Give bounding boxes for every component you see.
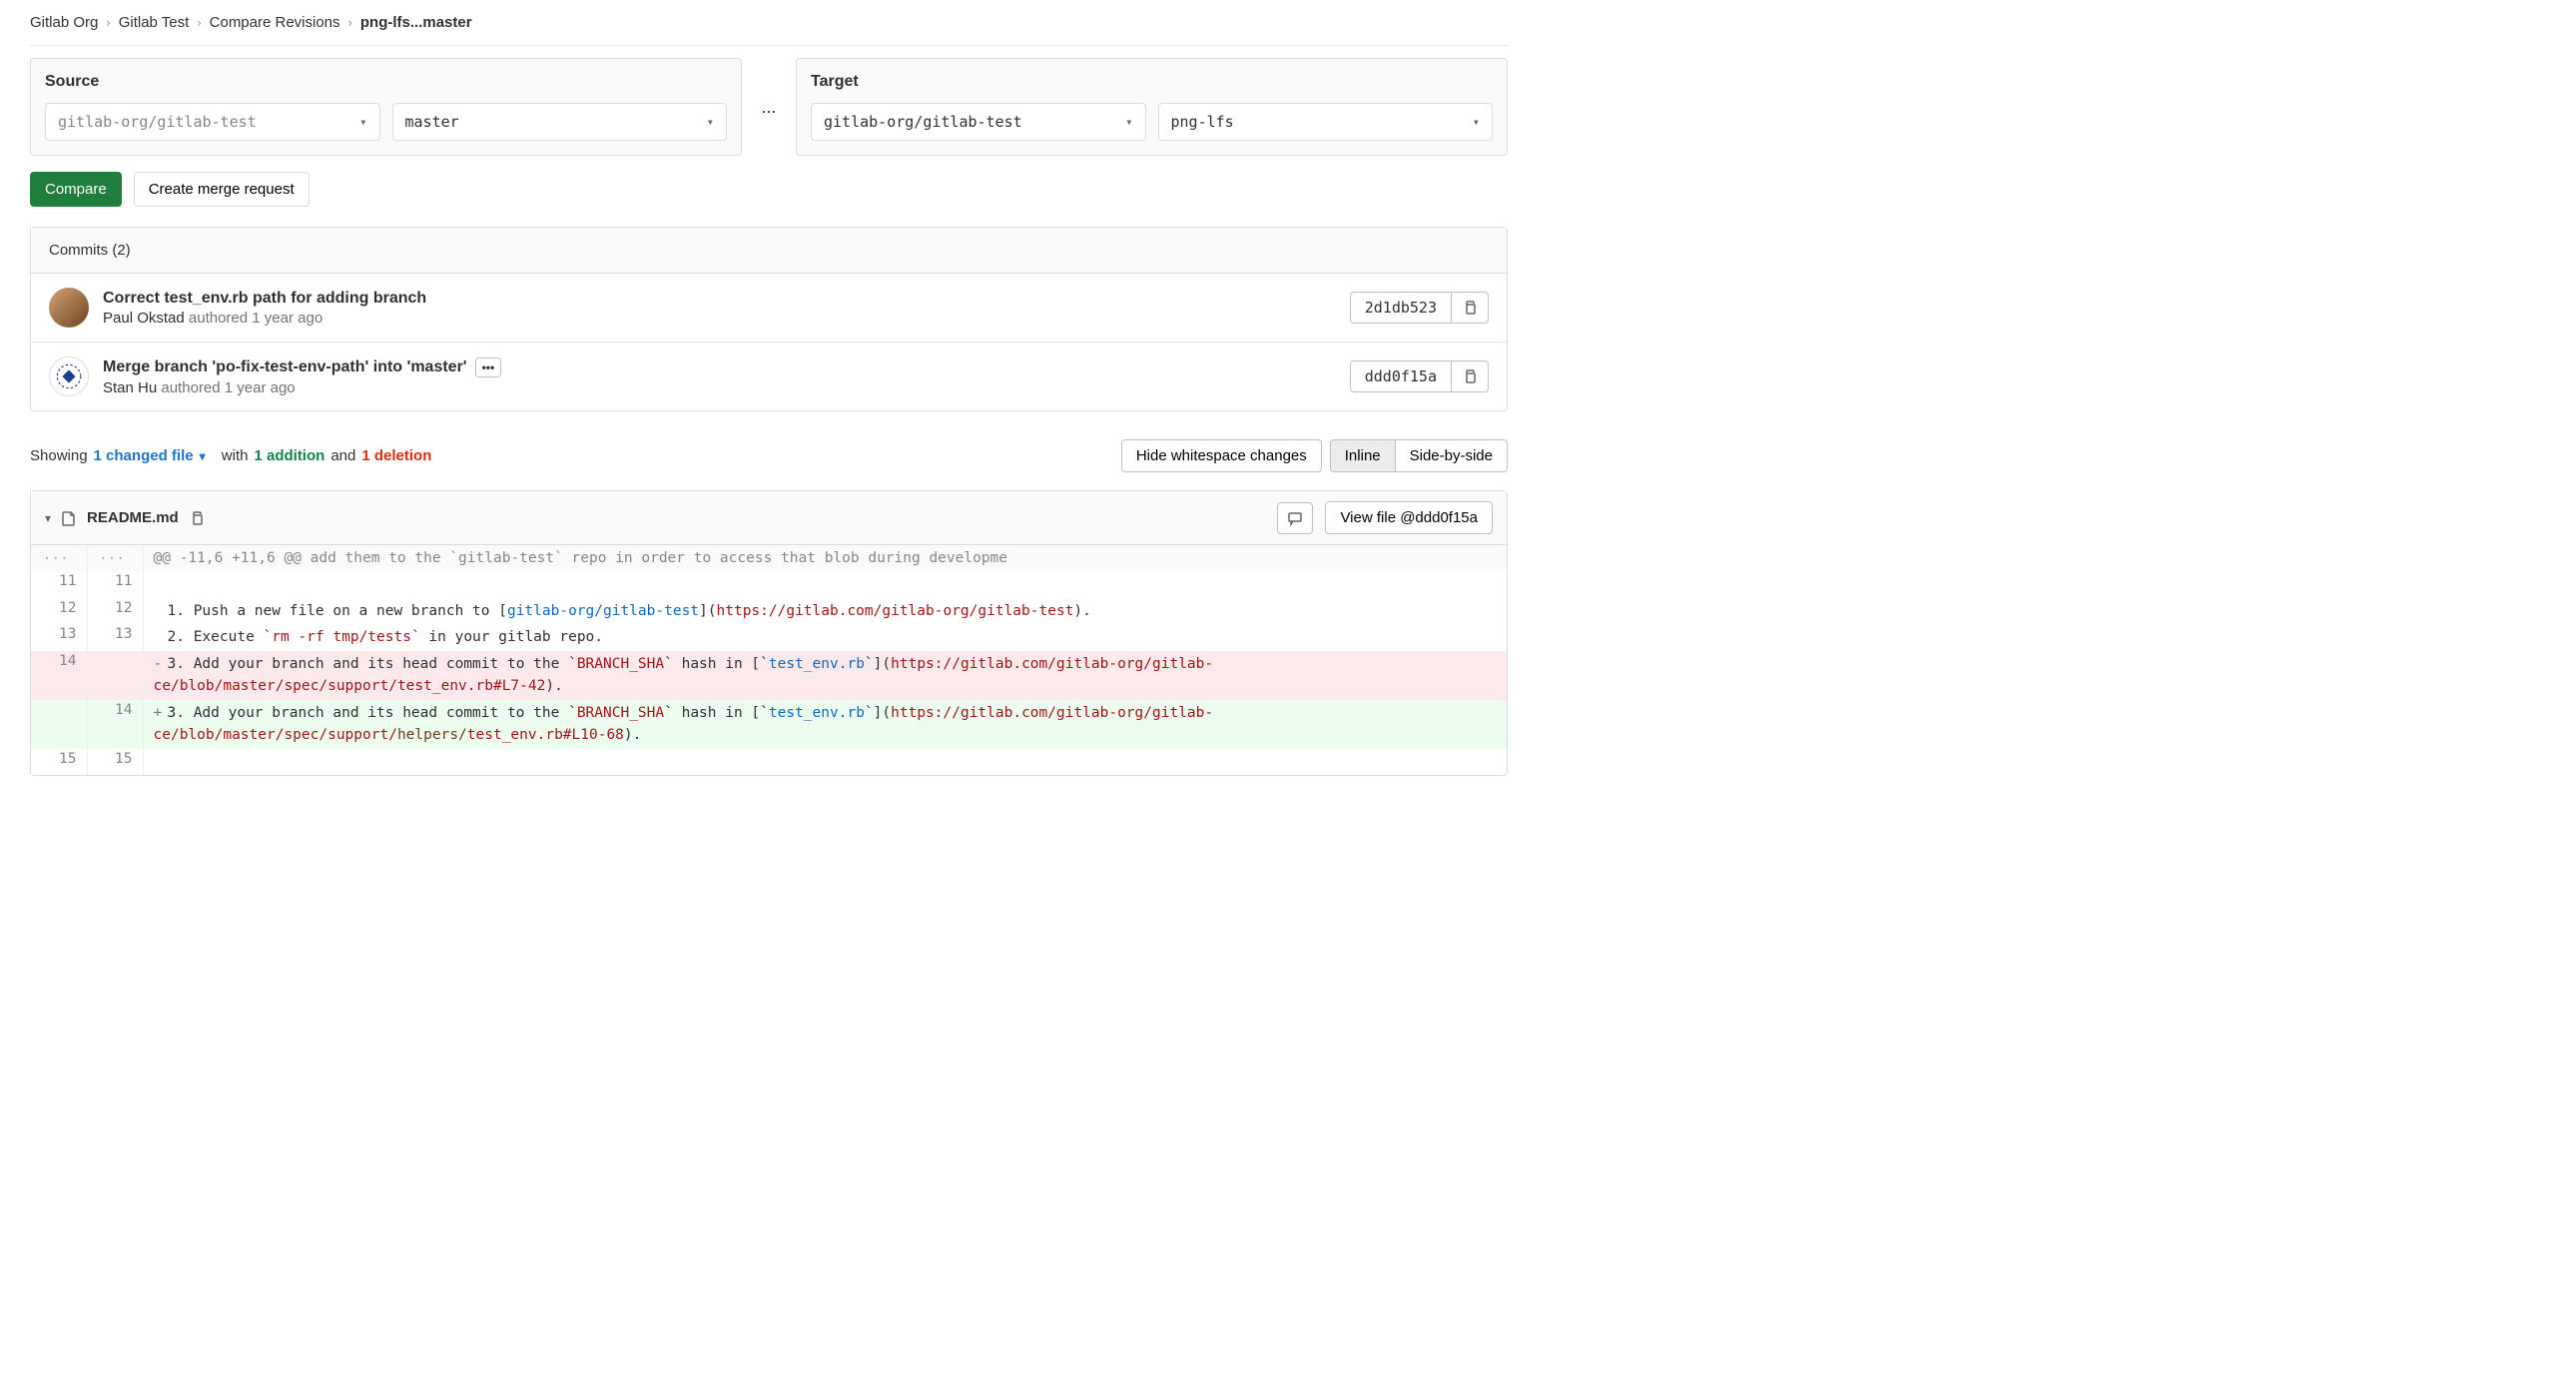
summary-and: and — [330, 447, 355, 464]
source-ref-value: master — [405, 113, 459, 131]
diff-line-added: +3. Add your branch and its head commit … — [143, 700, 1507, 749]
line-number[interactable] — [31, 700, 87, 749]
collapse-file-button[interactable]: ▾ — [45, 511, 51, 525]
summary-deletions: 1 deletion — [361, 447, 431, 464]
identicon-icon — [55, 362, 83, 390]
commit-time: authored 1 year ago — [161, 379, 295, 396]
diff-line — [143, 571, 1507, 597]
commit-sha[interactable]: ddd0f15a — [1351, 361, 1451, 391]
diff-line — [143, 749, 1507, 775]
breadcrumb: Gitlab Org › Gitlab Test › Compare Revis… — [30, 0, 1508, 46]
chevron-right-icon: › — [106, 15, 110, 30]
compare-button[interactable]: Compare — [30, 172, 122, 207]
commits-header: Commits (2) — [31, 228, 1507, 274]
comment-icon — [1287, 510, 1303, 526]
hunk-header: @@ -11,6 +11,6 @@ add them to the `gitla… — [143, 545, 1507, 571]
chevron-down-icon: ▾ — [1125, 115, 1132, 129]
copy-path-button[interactable] — [189, 510, 205, 526]
compare-separator: ... — [754, 58, 784, 156]
breadcrumb-project[interactable]: Gitlab Test — [119, 14, 190, 31]
summary-showing: Showing — [30, 447, 88, 464]
commit-title[interactable]: Merge branch 'po-fix-test-env-path' into… — [103, 358, 467, 376]
avatar[interactable] — [49, 356, 89, 396]
line-number[interactable]: 14 — [87, 700, 143, 749]
chevron-right-icon: › — [197, 15, 201, 30]
commit-time: authored 1 year ago — [189, 310, 322, 327]
line-number[interactable]: 12 — [31, 598, 87, 624]
line-number[interactable] — [87, 651, 143, 700]
side-by-side-view-button[interactable]: Side-by-side — [1395, 440, 1507, 471]
file-icon — [61, 510, 77, 526]
avatar[interactable] — [49, 288, 89, 328]
line-number[interactable]: 15 — [87, 749, 143, 775]
chevron-down-icon[interactable]: ▾ — [200, 449, 206, 463]
source-title: Source — [45, 73, 727, 91]
line-number[interactable]: 11 — [87, 571, 143, 597]
commit-row: Correct test_env.rb path for adding bran… — [31, 274, 1507, 342]
diff-view-toggle: Inline Side-by-side — [1330, 439, 1508, 472]
target-ref-dropdown[interactable]: png-lfs ▾ — [1158, 103, 1494, 141]
copy-sha-button[interactable] — [1451, 293, 1488, 323]
diff-table: ... ... @@ -11,6 +11,6 @@ add them to th… — [31, 545, 1507, 775]
comment-button[interactable] — [1277, 502, 1313, 534]
create-merge-request-button[interactable]: Create merge request — [134, 172, 310, 207]
commit-row: Merge branch 'po-fix-test-env-path' into… — [31, 342, 1507, 410]
commit-author[interactable]: Stan Hu — [103, 379, 157, 396]
source-project-value: gitlab-org/gitlab-test — [58, 113, 257, 131]
diff-line: 1. Push a new file on a new branch to [g… — [143, 598, 1507, 624]
line-number[interactable]: 11 — [31, 571, 87, 597]
line-number[interactable]: 15 — [31, 749, 87, 775]
inline-view-button[interactable]: Inline — [1331, 440, 1395, 471]
line-number[interactable]: ... — [31, 545, 87, 571]
target-ref-value: png-lfs — [1171, 113, 1234, 131]
expand-commit-button[interactable]: ••• — [475, 357, 502, 377]
line-number[interactable]: 13 — [87, 624, 143, 650]
summary-additions: 1 addition — [254, 447, 324, 464]
target-project-dropdown[interactable]: gitlab-org/gitlab-test ▾ — [811, 103, 1146, 141]
breadcrumb-compare[interactable]: Compare Revisions — [210, 14, 340, 31]
hide-whitespace-button[interactable]: Hide whitespace changes — [1121, 439, 1322, 472]
chevron-down-icon: ▾ — [359, 115, 366, 129]
chevron-right-icon: › — [348, 15, 352, 30]
view-file-button[interactable]: View file @ddd0f15a — [1325, 501, 1493, 534]
target-project-value: gitlab-org/gitlab-test — [824, 113, 1022, 131]
target-title: Target — [811, 73, 1493, 91]
commit-sha[interactable]: 2d1db523 — [1351, 293, 1451, 323]
breadcrumb-org[interactable]: Gitlab Org — [30, 14, 98, 31]
source-ref-dropdown[interactable]: master ▾ — [392, 103, 728, 141]
copy-sha-button[interactable] — [1451, 361, 1488, 391]
clipboard-icon — [1462, 368, 1478, 384]
diff-file: ▾ README.md View file @ddd0f15a ... ... … — [30, 490, 1508, 776]
diff-line-removed: -3. Add your branch and its head commit … — [143, 651, 1507, 700]
commit-title[interactable]: Correct test_env.rb path for adding bran… — [103, 290, 426, 308]
line-number[interactable]: ... — [87, 545, 143, 571]
line-number[interactable]: 14 — [31, 651, 87, 700]
file-name[interactable]: README.md — [87, 509, 179, 526]
commit-author[interactable]: Paul Okstad — [103, 310, 185, 327]
changed-files-link[interactable]: 1 changed file — [94, 447, 194, 464]
target-panel: Target gitlab-org/gitlab-test ▾ png-lfs … — [796, 58, 1508, 156]
summary-with: with — [222, 447, 249, 464]
breadcrumb-current: png-lfs...master — [360, 14, 472, 31]
diff-line: 2. Execute `rm -rf tmp/tests` in your gi… — [143, 624, 1507, 650]
chevron-down-icon: ▾ — [707, 115, 714, 129]
source-panel: Source gitlab-org/gitlab-test ▾ master ▾ — [30, 58, 742, 156]
chevron-down-icon: ▾ — [1473, 115, 1480, 129]
commits-list: Commits (2) Correct test_env.rb path for… — [30, 227, 1508, 411]
clipboard-icon — [1462, 300, 1478, 316]
line-number[interactable]: 13 — [31, 624, 87, 650]
source-project-dropdown[interactable]: gitlab-org/gitlab-test ▾ — [45, 103, 380, 141]
line-number[interactable]: 12 — [87, 598, 143, 624]
